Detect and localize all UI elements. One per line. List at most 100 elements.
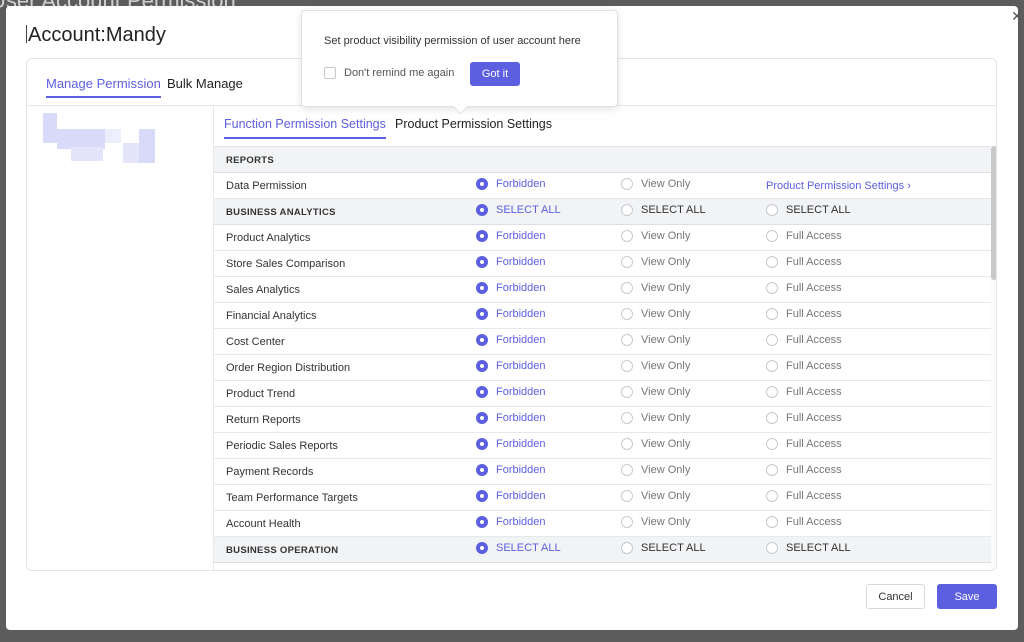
row-label: Store Sales Comparison bbox=[226, 258, 346, 270]
select-all-full-access[interactable]: SELECT ALL bbox=[766, 542, 851, 554]
radio-view-only[interactable]: View Only bbox=[621, 334, 690, 346]
save-button[interactable]: Save bbox=[937, 584, 997, 609]
row-label: Sales Analytics bbox=[226, 284, 300, 296]
select-all-full-access[interactable]: SELECT ALL bbox=[766, 204, 851, 216]
row-label: Product Analytics bbox=[226, 232, 311, 244]
row-label: Financial Analytics bbox=[226, 310, 317, 322]
section-title: BUSINESS OPERATION bbox=[226, 545, 339, 556]
table-row: Cost Center Forbidden View Only Full Access bbox=[214, 329, 996, 355]
table-row: Financial Analytics Forbidden View Only Ful… bbox=[214, 303, 996, 329]
onboarding-tooltip: Set product visibility permission of use… bbox=[301, 10, 618, 107]
row-label: Periodic Sales Reports bbox=[226, 440, 338, 452]
row-label: Team Performance Targets bbox=[226, 492, 358, 504]
select-all-view-only[interactable]: SELECT ALL bbox=[621, 204, 706, 216]
radio-full-access[interactable]: Full Access bbox=[766, 360, 842, 372]
radio-forbidden[interactable]: Forbidden bbox=[476, 516, 546, 528]
row-label: Return Reports bbox=[226, 414, 301, 426]
section-header-reports: REPORTS bbox=[214, 147, 996, 173]
table-row: Periodic Sales Reports Forbidden View Only… bbox=[214, 433, 996, 459]
radio-forbidden[interactable]: Forbidden bbox=[476, 308, 546, 320]
radio-view-only[interactable]: View Only bbox=[621, 360, 690, 372]
row-label: Product Trend bbox=[226, 388, 296, 400]
cancel-button[interactable]: Cancel bbox=[866, 584, 925, 609]
blurred-avatar bbox=[43, 113, 155, 163]
settings-pane: Function Permission Settings Product Per… bbox=[214, 106, 996, 570]
radio-view-only[interactable]: View Only bbox=[621, 178, 690, 190]
select-all-forbidden[interactable]: SELECT ALL bbox=[476, 204, 561, 216]
radio-view-only[interactable]: View Only bbox=[621, 308, 690, 320]
radio-forbidden[interactable]: Forbidden bbox=[476, 438, 546, 450]
row-label: Order Region Distribution bbox=[226, 362, 351, 374]
row-label: Data Permission bbox=[226, 180, 307, 192]
table-row: Account Health Forbidden View Only Full Acc… bbox=[214, 511, 996, 537]
row-label: Payment Records bbox=[226, 466, 314, 478]
radio-forbidden[interactable]: Forbidden bbox=[476, 464, 546, 476]
table-row: Store Sales Comparison Forbidden View Only… bbox=[214, 251, 996, 277]
radio-view-only[interactable]: View Only bbox=[621, 230, 690, 242]
row-label: Account Health bbox=[226, 518, 301, 530]
radio-forbidden[interactable]: Forbidden bbox=[476, 282, 546, 294]
radio-view-only[interactable]: View Only bbox=[621, 438, 690, 450]
radio-full-access[interactable]: Full Access bbox=[766, 334, 842, 346]
radio-forbidden[interactable]: Forbidden bbox=[476, 490, 546, 502]
close-icon[interactable]: ✕ bbox=[1009, 9, 1024, 25]
table-row: Product Analytics Forbidden View Only Full … bbox=[214, 225, 996, 251]
radio-full-access[interactable]: Full Access bbox=[766, 464, 842, 476]
dont-remind-label: Don't remind me again bbox=[344, 67, 455, 79]
radio-view-only[interactable]: View Only bbox=[621, 464, 690, 476]
radio-full-access[interactable]: Full Access bbox=[766, 386, 842, 398]
account-title-text: Account:Mandy bbox=[28, 24, 166, 46]
radio-view-only[interactable]: View Only bbox=[621, 412, 690, 424]
tab-product-permission[interactable]: Product Permission Settings bbox=[395, 117, 552, 137]
scrollbar-thumb[interactable] bbox=[991, 146, 996, 280]
radio-full-access[interactable]: Full Access bbox=[766, 230, 842, 242]
radio-full-access[interactable]: Full Access bbox=[766, 490, 842, 502]
radio-full-access[interactable]: Full Access bbox=[766, 516, 842, 528]
tab-bulk-manage[interactable]: Bulk Manage bbox=[167, 76, 243, 96]
text-caret bbox=[26, 25, 27, 43]
radio-view-only[interactable]: View Only bbox=[621, 256, 690, 268]
radio-view-only[interactable]: View Only bbox=[621, 386, 690, 398]
tab-manage-permission[interactable]: Manage Permission bbox=[46, 76, 161, 98]
radio-full-access[interactable]: Full Access bbox=[766, 438, 842, 450]
table-row: Team Performance Targets Forbidden View On… bbox=[214, 485, 996, 511]
radio-view-only[interactable]: View Only bbox=[621, 282, 690, 294]
radio-view-only[interactable]: View Only bbox=[621, 490, 690, 502]
got-it-button[interactable]: Got it bbox=[470, 62, 520, 86]
table-row: Data Permission Forbidden View Only Prod… bbox=[214, 173, 996, 199]
table-row: Return Reports Forbidden View Only Full Acc… bbox=[214, 407, 996, 433]
product-permission-link[interactable]: Product Permission Settings › bbox=[766, 180, 911, 192]
row-label: Cost Center bbox=[226, 336, 285, 348]
sub-tab-bar: Function Permission Settings Product Per… bbox=[214, 106, 996, 144]
permission-table: REPORTS Data Permission Forbidden View O… bbox=[214, 146, 996, 570]
user-list-pane bbox=[27, 106, 214, 570]
section-title: REPORTS bbox=[226, 155, 275, 166]
radio-full-access[interactable]: Full Access bbox=[766, 308, 842, 320]
table-row: Payment Records Forbidden View Only Full Ac… bbox=[214, 459, 996, 485]
account-title: Account:Mandy bbox=[26, 24, 166, 47]
section-title: BUSINESS ANALYTICS bbox=[226, 207, 336, 218]
table-row: Order Region Distribution Forbidden View O… bbox=[214, 355, 996, 381]
section-header-business-analytics: BUSINESS ANALYTICS SELECT ALL SELECT ALL… bbox=[214, 199, 996, 225]
radio-forbidden[interactable]: Forbidden bbox=[476, 360, 546, 372]
radio-full-access[interactable]: Full Access bbox=[766, 412, 842, 424]
radio-forbidden[interactable]: Forbidden bbox=[476, 178, 546, 190]
radio-forbidden[interactable]: Forbidden bbox=[476, 412, 546, 424]
radio-forbidden[interactable]: Forbidden bbox=[476, 386, 546, 398]
dont-remind-checkbox[interactable]: Don't remind me again bbox=[324, 67, 454, 79]
table-scrollbar[interactable] bbox=[991, 146, 996, 570]
radio-full-access[interactable]: Full Access bbox=[766, 256, 842, 268]
table-row: Sales Analytics Forbidden View Only Full Ac… bbox=[214, 277, 996, 303]
select-all-view-only[interactable]: SELECT ALL bbox=[621, 542, 706, 554]
radio-full-access[interactable]: Full Access bbox=[766, 282, 842, 294]
tab-function-permission[interactable]: Function Permission Settings bbox=[224, 117, 386, 139]
section-header-business-operation: BUSINESS OPERATION SELECT ALL SELECT ALL… bbox=[214, 537, 996, 563]
radio-forbidden[interactable]: Forbidden bbox=[476, 256, 546, 268]
radio-view-only[interactable]: View Only bbox=[621, 516, 690, 528]
permission-card: Manage Permission Bulk Manage Function P… bbox=[26, 58, 997, 571]
table-row: Product Trend Forbidden View Only Full Acce… bbox=[214, 381, 996, 407]
checkbox-box[interactable] bbox=[324, 67, 336, 79]
select-all-forbidden[interactable]: SELECT ALL bbox=[476, 542, 561, 554]
radio-forbidden[interactable]: Forbidden bbox=[476, 334, 546, 346]
radio-forbidden[interactable]: Forbidden bbox=[476, 230, 546, 242]
